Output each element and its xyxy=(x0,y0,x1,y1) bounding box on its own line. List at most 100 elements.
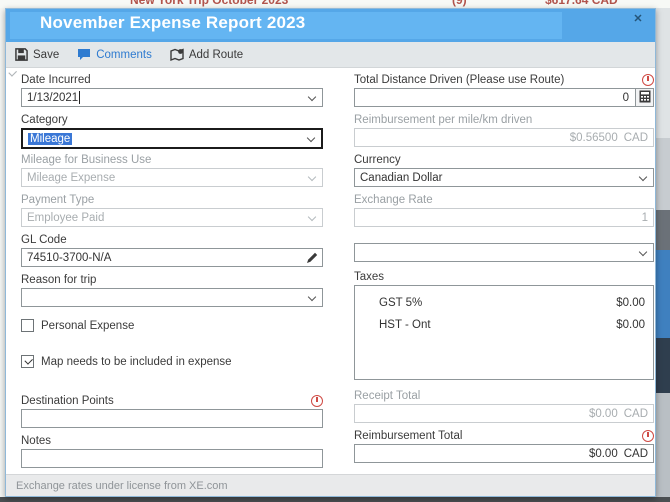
payment-type-select[interactable]: Employee Paid xyxy=(21,208,323,227)
chevron-down-icon xyxy=(307,172,317,182)
field-reimbursement-rate: Reimbursement per mile/km driven $0.5650… xyxy=(354,113,654,147)
add-route-button[interactable]: Add Route xyxy=(170,47,244,62)
total-distance-label: Total Distance Driven (Please use Route) xyxy=(354,73,565,86)
reimbursement-rate-currency: CAD xyxy=(623,131,648,144)
total-distance-input[interactable]: 0 xyxy=(354,88,654,107)
payment-type-value: Employee Paid xyxy=(27,211,105,224)
receipt-total-label: Receipt Total xyxy=(354,389,421,402)
comments-button[interactable]: Comments xyxy=(77,48,152,61)
close-icon[interactable]: ✕ xyxy=(630,11,646,27)
background-segment xyxy=(656,338,670,393)
currency-label: Currency xyxy=(354,153,401,166)
receipt-total-input: $0.00 CAD xyxy=(354,404,654,423)
category-label: Category xyxy=(21,113,68,126)
gl-code-label: GL Code xyxy=(21,233,67,246)
reimbursement-total-value: $0.00 xyxy=(588,447,618,460)
personal-expense-checkbox[interactable] xyxy=(21,319,34,332)
exchange-rate-input: 1 xyxy=(354,208,654,227)
xe-license-text: Exchange rates under license from XE.com xyxy=(16,479,228,492)
tax-name: HST - Ont xyxy=(379,319,431,331)
calculator-button[interactable] xyxy=(635,89,653,106)
required-warning-icon xyxy=(311,394,323,407)
notes-input[interactable] xyxy=(21,449,323,468)
mileage-business-use-value: Mileage Expense xyxy=(27,171,116,184)
tax-amount: $0.00 xyxy=(616,297,645,309)
background-segment xyxy=(656,393,670,497)
field-notes: Notes xyxy=(21,434,323,468)
map-included-checkbox-row[interactable]: Map needs to be included in expense xyxy=(21,355,323,368)
personal-expense-label: Personal Expense xyxy=(41,319,135,332)
field-destination-points: Destination Points xyxy=(21,394,323,428)
taxes-list: GST 5% $0.00 HST - Ont $0.00 xyxy=(354,285,654,380)
currency-value: Canadian Dollar xyxy=(360,171,443,184)
taxes-label: Taxes xyxy=(354,270,385,283)
save-button[interactable]: Save xyxy=(15,48,59,61)
category-value: Mileage xyxy=(28,132,73,145)
notes-label: Notes xyxy=(21,434,52,447)
text-cursor xyxy=(79,91,81,104)
field-currency: Currency Canadian Dollar xyxy=(354,153,654,187)
map-included-checkbox[interactable] xyxy=(21,355,34,368)
left-column: Date Incurred 1/13/2021 Category Mileage xyxy=(21,68,323,468)
form-body: Date Incurred 1/13/2021 Category Mileage xyxy=(6,68,655,468)
receipt-total-currency: CAD xyxy=(623,407,648,420)
reimbursement-total-currency: CAD xyxy=(623,447,648,460)
field-category: Category Mileage xyxy=(21,113,323,149)
field-reimbursement-total: Reimbursement Total $0.00 CAD xyxy=(354,429,654,463)
field-gl-code: GL Code 74510-3700-N/A xyxy=(21,233,323,267)
right-column: Total Distance Driven (Please use Route)… xyxy=(354,68,654,468)
comments-label: Comments xyxy=(96,48,152,61)
save-icon xyxy=(15,48,28,61)
background-trip-name: New York Trip October 2023 xyxy=(130,0,289,7)
map-pin-icon xyxy=(170,47,184,62)
destination-points-input[interactable] xyxy=(21,409,323,428)
reimbursement-rate-label: Reimbursement per mile/km driven xyxy=(354,113,533,126)
field-date-incurred: Date Incurred 1/13/2021 xyxy=(21,73,323,107)
chevron-down-icon xyxy=(638,172,648,182)
reimbursement-rate-value: $0.56500 xyxy=(569,131,618,144)
reimbursement-total-input: $0.00 CAD xyxy=(354,444,654,463)
mileage-business-use-label: Mileage for Business Use xyxy=(21,153,152,166)
destination-points-label: Destination Points xyxy=(21,394,114,407)
add-route-label: Add Route xyxy=(188,48,244,61)
reason-for-trip-label: Reason for trip xyxy=(21,273,97,286)
edit-pencil-icon[interactable] xyxy=(306,252,318,267)
dialog-footer: Exchange rates under license from XE.com xyxy=(6,474,655,496)
currency-select[interactable]: Canadian Dollar xyxy=(354,168,654,187)
exchange-rate-label: Exchange Rate xyxy=(354,193,433,206)
background-trip-amount: $617.64 CAD xyxy=(545,0,618,7)
unlabeled-select[interactable] xyxy=(354,243,654,262)
reimbursement-total-label: Reimbursement Total xyxy=(354,429,463,442)
field-receipt-total: Receipt Total $0.00 CAD xyxy=(354,389,654,423)
tax-row: GST 5% $0.00 xyxy=(363,292,645,314)
field-payment-type: Payment Type Employee Paid xyxy=(21,193,323,227)
background-right-strip xyxy=(656,8,670,497)
chevron-down-icon xyxy=(307,292,317,302)
required-warning-icon xyxy=(642,429,654,442)
background-trip-count: (9) xyxy=(452,0,467,7)
field-taxes: Taxes GST 5% $0.00 HST - Ont $0.00 xyxy=(354,270,654,380)
reason-for-trip-select[interactable] xyxy=(21,288,323,307)
dialog-toolbar: Save Comments Add Route xyxy=(6,42,655,68)
chevron-down-icon xyxy=(307,92,317,102)
tax-amount: $0.00 xyxy=(616,319,645,331)
gl-code-input[interactable]: 74510-3700-N/A xyxy=(21,248,323,267)
field-reason-for-trip: Reason for trip xyxy=(21,273,323,307)
receipt-total-value: $0.00 xyxy=(588,407,618,420)
chevron-down-icon xyxy=(638,247,648,257)
date-incurred-label: Date Incurred xyxy=(21,73,91,86)
personal-expense-checkbox-row[interactable]: Personal Expense xyxy=(21,319,323,332)
category-select[interactable]: Mileage xyxy=(21,128,323,149)
payment-type-label: Payment Type xyxy=(21,193,95,206)
background-segment xyxy=(656,210,670,250)
mileage-business-use-select[interactable]: Mileage Expense xyxy=(21,168,323,187)
screen: New York Trip October 2023 (9) $617.64 C… xyxy=(0,0,670,502)
gl-code-value: 74510-3700-N/A xyxy=(27,251,112,264)
modal-bottom-edge xyxy=(0,497,670,502)
save-label: Save xyxy=(33,48,60,61)
date-incurred-select[interactable]: 1/13/2021 xyxy=(21,88,323,107)
dialog-title: November Expense Report 2023 xyxy=(40,13,306,32)
tax-name: GST 5% xyxy=(379,297,423,309)
background-report-row: New York Trip October 2023 (9) $617.64 C… xyxy=(0,0,670,8)
map-included-label: Map needs to be included in expense xyxy=(41,355,232,368)
